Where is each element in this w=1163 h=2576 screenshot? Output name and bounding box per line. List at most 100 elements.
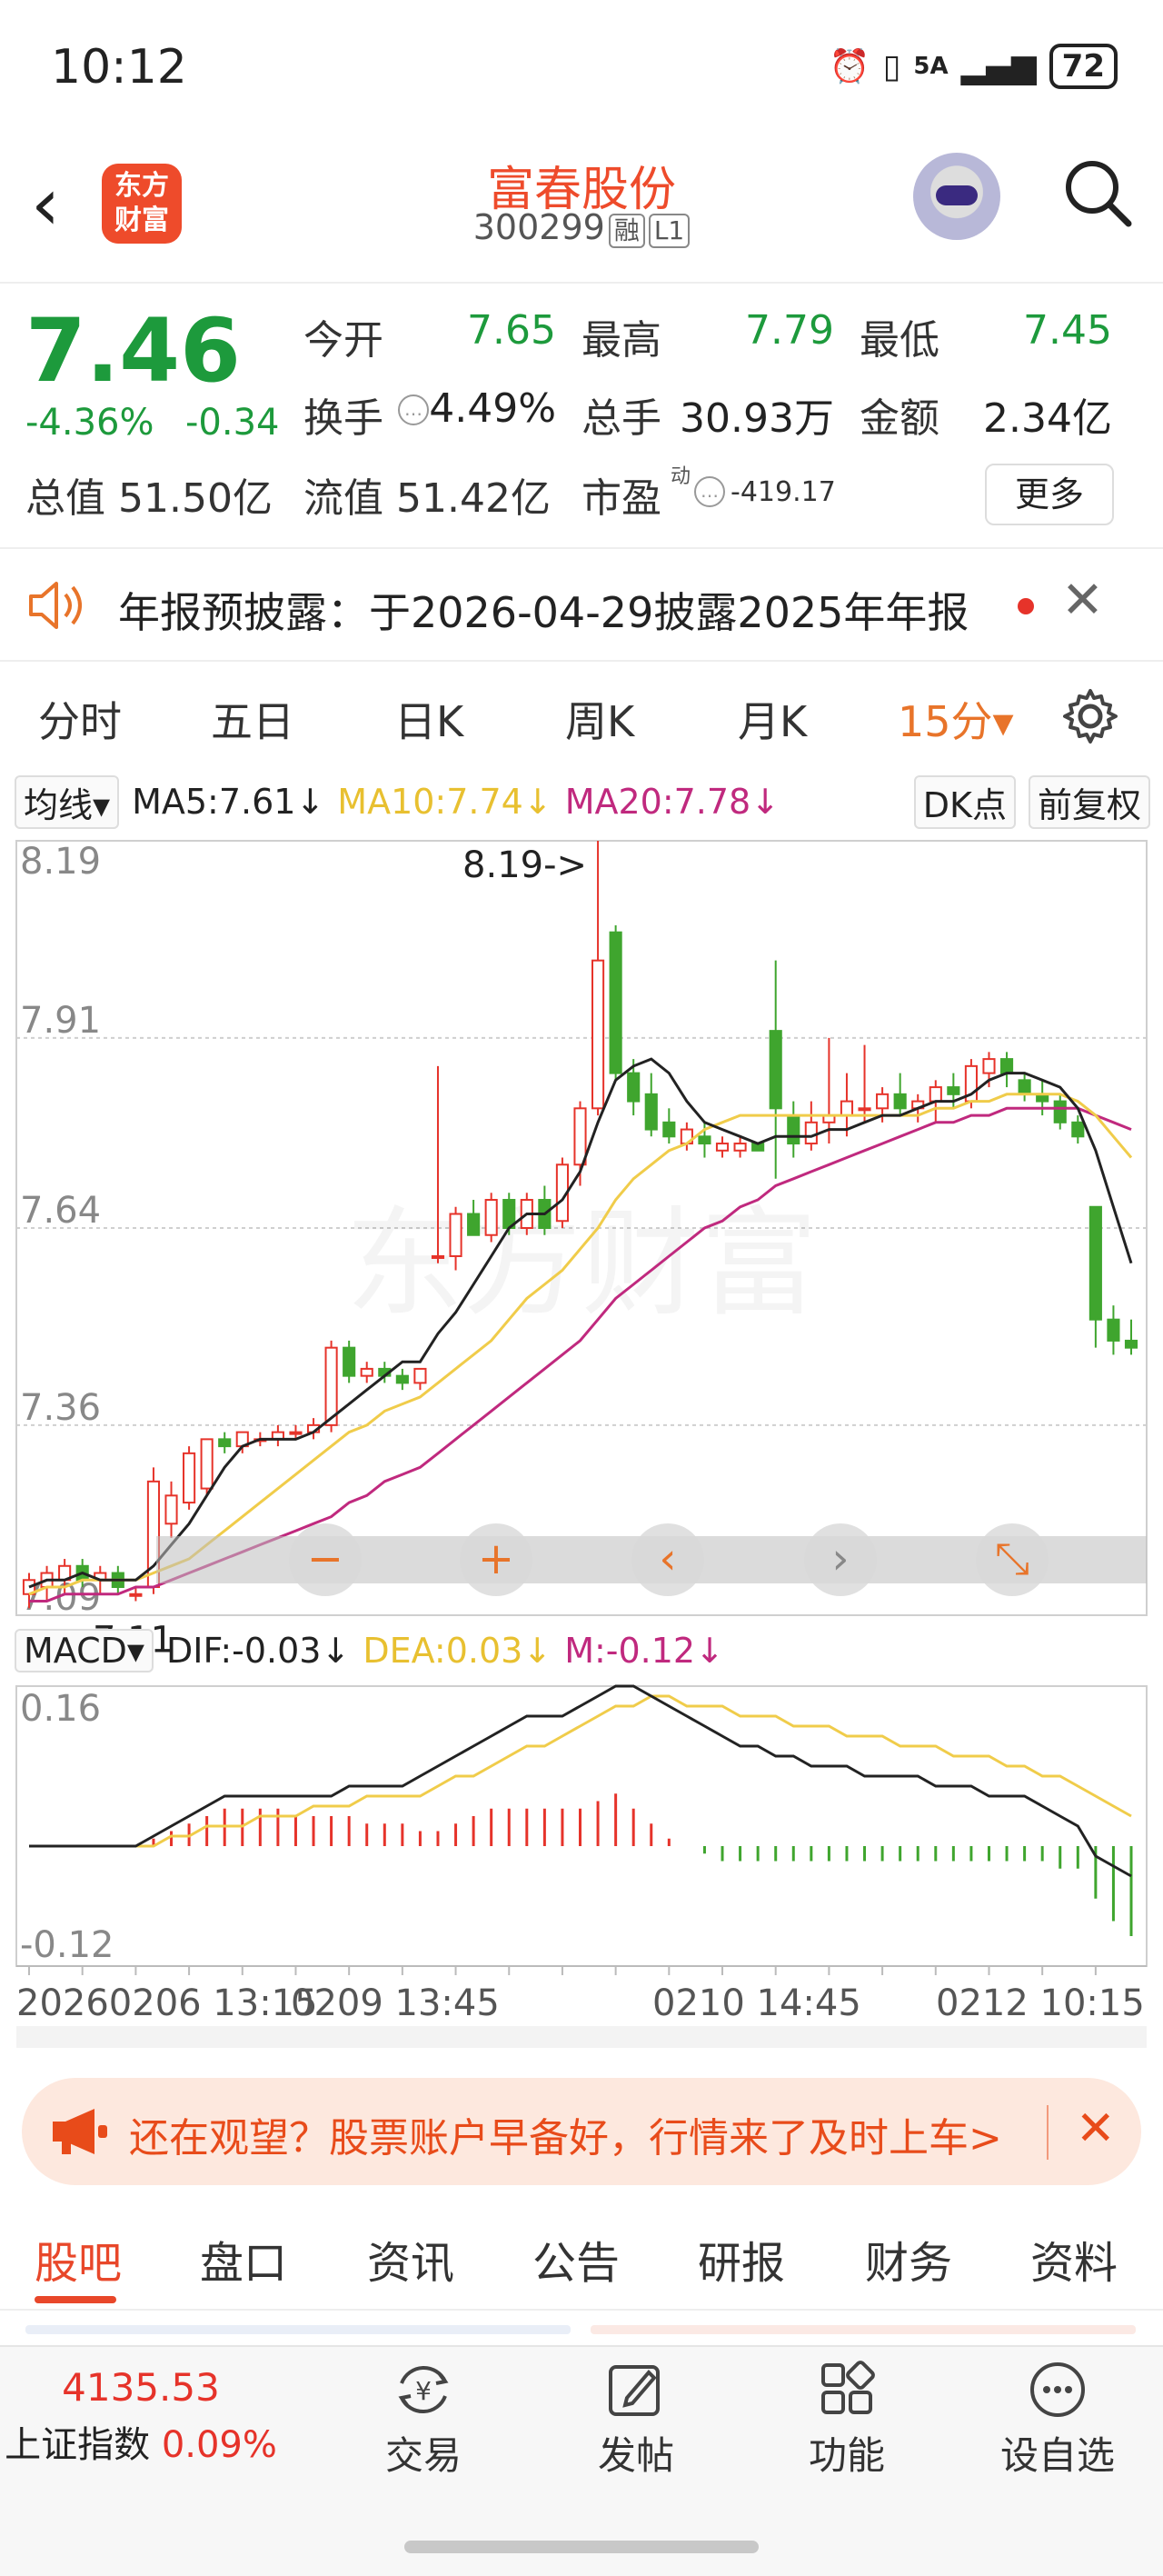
dif-line (29, 1684, 1132, 1878)
quote-panel: 7.46 -4.36% -0.34 今开 7.65 最高 7.79 最低 7.4… (0, 284, 1163, 549)
tab-pankou[interactable]: 盘口 (200, 2227, 287, 2291)
index-ticker[interactable]: 4135.53 上证指数 0.09% (0, 2365, 282, 2468)
functions-button[interactable]: 功能 (774, 2360, 919, 2481)
dea-value: DEA:0.03↓ (363, 1631, 552, 1671)
post-label: 发帖 (597, 2433, 674, 2478)
content-tabs: 股吧 盘口 资讯 公告 研报 财务 资料 (0, 2200, 1163, 2311)
assistant-robot-icon[interactable] (913, 153, 1000, 240)
status-bar: 10:12 ⏰ ▯ 5A ▂▄▆ 72 (0, 0, 1163, 136)
chevron-left-icon-glyph: ‹ (659, 1533, 676, 1584)
signal-icon: ▂▄▆ (960, 47, 1037, 85)
network-label: 5A (913, 53, 949, 80)
card-edge-left (25, 2325, 571, 2334)
candle-body (893, 1093, 907, 1110)
pe-superscript: 动 (671, 465, 691, 488)
grid-icon (821, 2361, 875, 2414)
tab-announcement[interactable]: 公告 (532, 2227, 620, 2291)
candle-body (609, 931, 622, 1074)
candle-body (804, 1121, 818, 1145)
tab-intraday[interactable]: 分时 (38, 689, 122, 749)
turnover-value: 4.49% (429, 385, 556, 432)
tab-monthly-k[interactable]: 月K (738, 689, 807, 749)
tab-15min[interactable]: 15分▾ (898, 689, 1014, 749)
adjust-button[interactable]: 前复权 (1028, 774, 1150, 829)
max-price-annotation: 8.19-> (462, 844, 587, 886)
dk-button[interactable]: DK点 (913, 774, 1016, 829)
ma5-value: MA5:7.61↓ (132, 782, 325, 822)
tab-news[interactable]: 资讯 (367, 2227, 454, 2291)
expand-icon-glyph: ⤡ (995, 1533, 1029, 1584)
tab-guba[interactable]: 股吧 (35, 2227, 122, 2291)
candle-body (698, 1135, 711, 1145)
ma10-value: MA10:7.74↓ (337, 782, 552, 822)
add-watchlist-button[interactable]: 设自选 (985, 2360, 1130, 2481)
more-dots-icon (1030, 2362, 1085, 2417)
candle-body (644, 1093, 658, 1131)
x-tick-label: 0209 13:45 (291, 1982, 500, 2024)
x-tick-label: 0210 14:45 (652, 1982, 861, 2024)
home-indicator[interactable] (404, 2541, 759, 2553)
candle-body (129, 1593, 143, 1597)
info-icon[interactable]: … (398, 394, 429, 425)
indicator-selector[interactable]: 均线▾ (15, 774, 120, 829)
y-tick-label: 8.19 (20, 841, 101, 883)
candle-body (573, 1107, 587, 1166)
margin-tag: 融 (608, 214, 645, 248)
tab-research[interactable]: 研报 (698, 2227, 785, 2291)
search-icon[interactable] (1061, 156, 1134, 229)
active-tab-indicator (35, 2296, 116, 2303)
candle-body (715, 1143, 730, 1152)
candle-body (947, 1086, 960, 1095)
dif-value: DIF:-0.03↓ (165, 1631, 351, 1671)
candle-body (1088, 1205, 1102, 1321)
candle-body (164, 1494, 178, 1525)
notice-bar[interactable]: 年报预披露：于2026-04-29披露2025年年报 ✕ (0, 547, 1163, 662)
index-name: 上证指数 (5, 2424, 151, 2466)
status-time: 10:12 (51, 40, 187, 95)
battery-indicator: 72 (1049, 44, 1118, 89)
tab-daily-k[interactable]: 日K (394, 689, 463, 749)
x-tick-label: 0212 10:15 (936, 1982, 1145, 2024)
close-icon[interactable]: ✕ (1061, 571, 1104, 630)
candle-body (449, 1213, 462, 1257)
candle-body (183, 1452, 196, 1504)
candle-body (200, 1438, 214, 1490)
post-button[interactable]: 发帖 (563, 2360, 709, 2481)
tab-finance[interactable]: 财务 (865, 2227, 952, 2291)
m-value: M:-0.12↓ (564, 1631, 724, 1671)
pe-info-icon[interactable]: … (694, 476, 725, 507)
volume-label: 总手 (582, 395, 661, 442)
ma20-value: MA20:7.78↓ (564, 782, 780, 822)
candle-body (982, 1058, 996, 1074)
candle-body (431, 1254, 445, 1259)
candle-body (360, 1367, 373, 1377)
tab-five-day[interactable]: 五日 (211, 689, 294, 749)
functions-label: 功能 (808, 2433, 885, 2478)
alarm-icon: ⏰ (829, 48, 870, 85)
current-price: 7.46 (25, 300, 241, 402)
index-value: 4135.53 (62, 2365, 220, 2410)
more-button[interactable]: 更多 (985, 464, 1114, 525)
trade-button[interactable]: ¥ 交易 (351, 2360, 496, 2481)
macd-tick-bottom: -0.12 (20, 1924, 114, 1966)
tab-profile[interactable]: 资料 (1030, 2227, 1118, 2291)
settings-gear-icon[interactable] (1061, 687, 1119, 745)
chevron-right-icon-glyph: › (831, 1533, 849, 1584)
watermark: 东方财富 (345, 1194, 818, 1333)
pe-value: -419.17 (731, 476, 836, 508)
kline-chart[interactable]: 8.197.917.647.367.09东方财富8.19-><-7.11−+‹›… (0, 832, 1163, 2068)
y-tick-label: 7.91 (20, 1000, 101, 1042)
candle-body (218, 1438, 232, 1448)
macd-tick-top: 0.16 (20, 1688, 101, 1730)
scroll-track (16, 2026, 1147, 2048)
promo-banner[interactable]: 还在观望？股票账户早备好，行情来了及时上车> ✕ (22, 2078, 1141, 2185)
open-value: 7.65 (467, 307, 556, 354)
close-icon[interactable]: ✕ (1076, 2102, 1116, 2156)
yen-cycle-icon: ¥ (398, 2365, 449, 2414)
macd-legend: MACD▾ DIF:-0.03↓ DEA:0.03↓ M:-0.12↓ (15, 1623, 1150, 1678)
macd-selector[interactable]: MACD▾ (15, 1629, 154, 1672)
candle-body (343, 1346, 356, 1377)
turnover-label: 换手 (303, 395, 383, 442)
candle-body (1107, 1318, 1120, 1342)
tab-weekly-k[interactable]: 周K (565, 689, 634, 749)
